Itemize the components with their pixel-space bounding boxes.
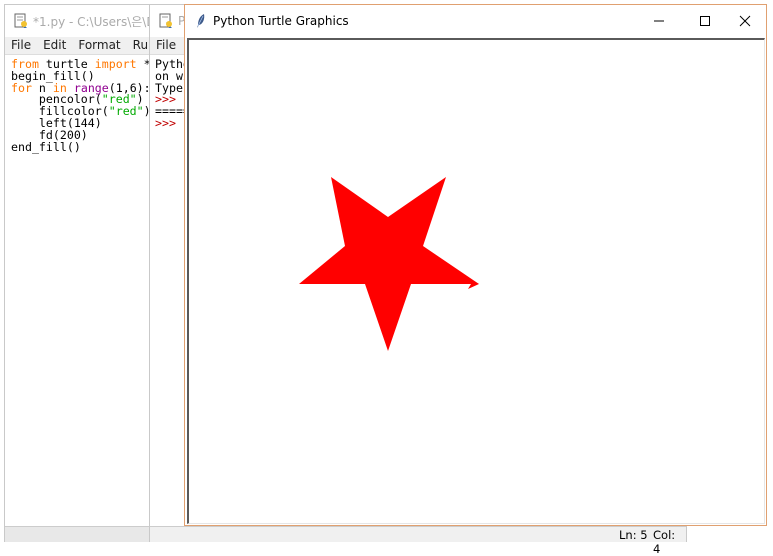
turtle-window: Python Turtle Graphics: [184, 4, 767, 526]
shell-statusbar: Ln: 5 Col: 4: [150, 526, 686, 556]
editor-menubar: File Edit Format Run: [5, 37, 173, 54]
menu-edit[interactable]: Edit: [37, 37, 72, 54]
menu-file[interactable]: File: [150, 37, 182, 54]
red-star-shape: [299, 177, 479, 351]
editor-text-area[interactable]: from turtle import * begin_fill() for n in…: [5, 54, 173, 527]
idle-shell-icon: [159, 13, 172, 28]
menu-format[interactable]: Format: [72, 37, 126, 54]
menu-file[interactable]: File: [5, 37, 37, 54]
code-token: end_fill(): [11, 139, 81, 154]
close-button[interactable]: [722, 5, 768, 37]
turtle-drawing: [299, 177, 479, 351]
minimize-button[interactable]: [636, 5, 682, 37]
turtle-title: Python Turtle Graphics: [213, 14, 349, 28]
code-token: import: [94, 57, 137, 71]
idle-file-icon: [14, 13, 27, 28]
code-token: >>>: [155, 115, 183, 130]
close-icon: [739, 15, 751, 27]
maximize-icon: [700, 16, 710, 26]
status-col: Col: 4: [653, 528, 676, 556]
feather-icon: [197, 14, 205, 28]
minimize-icon: [654, 20, 664, 22]
editor-code: from turtle import * begin_fill() for n in…: [11, 57, 151, 154]
turtle-titlebar[interactable]: Python Turtle Graphics: [185, 5, 766, 37]
status-line: Ln: 5: [619, 528, 648, 542]
turtle-canvas[interactable]: [187, 38, 765, 524]
code-token: "red": [108, 104, 144, 119]
editor-scrollbar[interactable]: [5, 526, 173, 542]
code-line: end_fill(): [11, 139, 151, 154]
editor-titlebar[interactable]: *1.py - C:\Users\은\Desktop\1.py: [5, 5, 173, 37]
